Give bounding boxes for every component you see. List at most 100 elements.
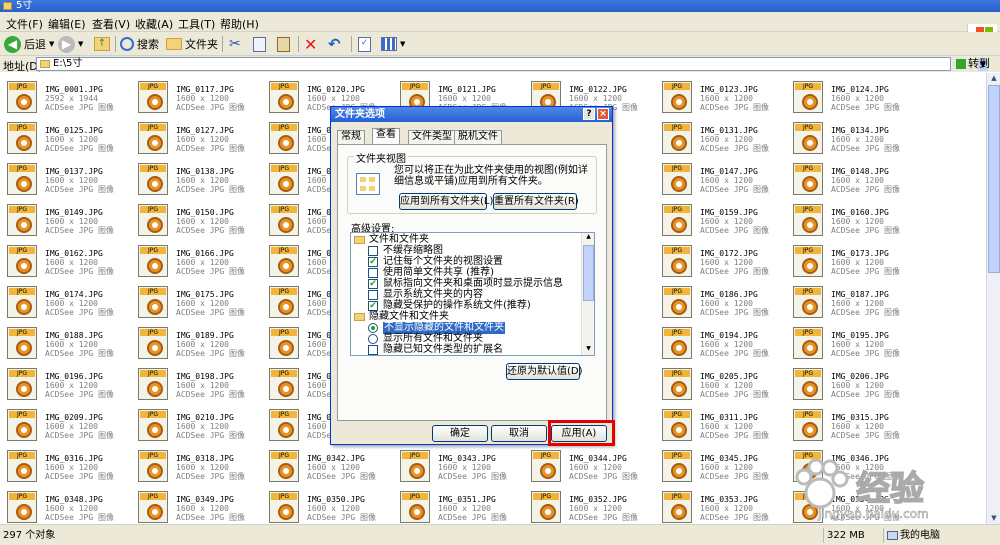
menu-favorites[interactable]: 收藏(A) bbox=[135, 16, 173, 32]
file-item[interactable]: JPG IMG_0210.JPG 1600 x 1200 ACDSee JPG 图像 bbox=[131, 404, 261, 444]
file-item[interactable]: JPG IMG_0186.JPG 1600 x 1200 ACDSee JPG 图像 bbox=[655, 281, 785, 321]
file-item[interactable]: JPG IMG_0189.JPG 1600 x 1200 ACDSee JPG 图像 bbox=[131, 322, 261, 362]
menu-edit[interactable]: 编辑(E) bbox=[48, 16, 86, 32]
folders-button[interactable]: 文件夹 bbox=[166, 35, 218, 53]
ok-button[interactable]: 确定 bbox=[432, 425, 488, 442]
file-item[interactable]: JPG IMG_0187.JPG 1600 x 1200 ACDSee JPG 图像 bbox=[786, 281, 916, 321]
up-folder-button[interactable]: ↑ bbox=[94, 35, 110, 53]
checkbox[interactable]: ✔ bbox=[368, 257, 378, 267]
file-item[interactable]: JPG IMG_0206.JPG 1600 x 1200 ACDSee JPG 图像 bbox=[786, 363, 916, 403]
file-item[interactable]: JPG IMG_0188.JPG 1600 x 1200 ACDSee JPG 图像 bbox=[0, 322, 130, 362]
file-item[interactable]: JPG IMG_0174.JPG 1600 x 1200 ACDSee JPG 图像 bbox=[0, 281, 130, 321]
tab-file-types[interactable]: 文件类型 bbox=[408, 130, 456, 144]
checkbox[interactable] bbox=[368, 290, 378, 300]
scroll-thumb[interactable] bbox=[988, 85, 1000, 273]
tab-offline-files[interactable]: 脱机文件 bbox=[454, 130, 502, 144]
file-item[interactable]: JPG IMG_0123.JPG 1600 x 1200 ACDSee JPG 图像 bbox=[655, 76, 785, 116]
close-icon[interactable]: × bbox=[597, 108, 609, 120]
cancel-button[interactable]: 取消 bbox=[491, 425, 547, 442]
file-item[interactable]: JPG IMG_0196.JPG 1600 x 1200 ACDSee JPG 图像 bbox=[0, 363, 130, 403]
file-item[interactable]: JPG IMG_0315.JPG 1600 x 1200 ACDSee JPG 图像 bbox=[786, 404, 916, 444]
file-item[interactable]: JPG IMG_0001.JPG 2592 x 1944 ACDSee JPG 图像 bbox=[0, 76, 130, 116]
menu-tools[interactable]: 工具(T) bbox=[178, 16, 215, 32]
file-item[interactable]: JPG IMG_0159.JPG 1600 x 1200 ACDSee JPG 图像 bbox=[655, 199, 785, 239]
reset-all-folders-button[interactable]: 重置所有文件夹(R) bbox=[493, 193, 579, 210]
menu-view[interactable]: 查看(V) bbox=[92, 16, 130, 32]
file-item[interactable]: JPG IMG_0350.JPG 1600 x 1200 ACDSee JPG 图像 bbox=[262, 486, 392, 524]
properties-button[interactable]: ✓ bbox=[358, 35, 371, 53]
restore-defaults-button[interactable]: 还原为默认值(D) bbox=[506, 363, 583, 380]
checkbox[interactable]: ✔ bbox=[368, 279, 378, 289]
tab-view[interactable]: 查看 bbox=[372, 128, 400, 145]
checkbox[interactable] bbox=[368, 246, 378, 256]
back-button[interactable]: ◀ 后退 ▼ bbox=[4, 35, 54, 53]
undo-button[interactable]: ↶ bbox=[328, 35, 341, 53]
scroll-down-icon[interactable]: ▼ bbox=[583, 345, 594, 355]
file-item[interactable]: JPG IMG_0137.JPG 1600 x 1200 ACDSee JPG 图像 bbox=[0, 158, 130, 198]
file-item[interactable]: JPG IMG_0162.JPG 1600 x 1200 ACDSee JPG 图像 bbox=[0, 240, 130, 280]
checkbox[interactable]: ✔ bbox=[368, 301, 378, 311]
file-item[interactable]: JPG IMG_0131.JPG 1600 x 1200 ACDSee JPG 图像 bbox=[655, 117, 785, 157]
file-item[interactable]: JPG IMG_0166.JPG 1600 x 1200 ACDSee JPG 图像 bbox=[131, 240, 261, 280]
file-info: IMG_0160.JPG 1600 x 1200 ACDSee JPG 图像 bbox=[831, 208, 900, 235]
file-item[interactable]: JPG IMG_0205.JPG 1600 x 1200 ACDSee JPG 图像 bbox=[655, 363, 785, 403]
scroll-up-icon[interactable]: ▲ bbox=[583, 233, 594, 243]
views-button[interactable]: ▼ bbox=[381, 35, 405, 53]
menu-help[interactable]: 帮助(H) bbox=[220, 16, 259, 32]
tree-scrollbar[interactable]: ▲ ▼ bbox=[581, 233, 594, 355]
file-item[interactable]: JPG IMG_0149.JPG 1600 x 1200 ACDSee JPG 图像 bbox=[0, 199, 130, 239]
file-dim: 1600 x 1200 bbox=[176, 217, 229, 226]
delete-button[interactable]: ✕ bbox=[304, 35, 317, 54]
help-icon[interactable]: ? bbox=[583, 108, 595, 120]
file-item[interactable]: JPG IMG_0124.JPG 1600 x 1200 ACDSee JPG 图像 bbox=[786, 76, 916, 116]
paste-button[interactable] bbox=[277, 35, 290, 53]
radio-button[interactable] bbox=[368, 334, 378, 344]
file-item[interactable]: JPG IMG_0125.JPG 1600 x 1200 ACDSee JPG 图像 bbox=[0, 117, 130, 157]
apply-to-all-folders-button[interactable]: 应用到所有文件夹(L) bbox=[399, 193, 493, 210]
file-item[interactable]: JPG IMG_0138.JPG 1600 x 1200 ACDSee JPG 图像 bbox=[131, 158, 261, 198]
file-item[interactable]: JPG IMG_0195.JPG 1600 x 1200 ACDSee JPG 图像 bbox=[786, 322, 916, 362]
file-info: IMG_0148.JPG 1600 x 1200 ACDSee JPG 图像 bbox=[831, 167, 900, 194]
file-item[interactable]: JPG IMG_0127.JPG 1600 x 1200 ACDSee JPG 图像 bbox=[131, 117, 261, 157]
cut-button[interactable]: ✂ bbox=[229, 35, 241, 53]
address-input[interactable]: E:\5寸 ▼ bbox=[36, 57, 988, 71]
file-item[interactable]: JPG IMG_0342.JPG 1600 x 1200 ACDSee JPG 图像 bbox=[262, 445, 392, 485]
vertical-scrollbar[interactable]: ▲ ▼ bbox=[986, 73, 1000, 524]
file-item[interactable]: JPG IMG_0344.JPG 1600 x 1200 ACDSee JPG 图像 bbox=[524, 445, 654, 485]
file-item[interactable]: JPG IMG_0134.JPG 1600 x 1200 ACDSee JPG 图像 bbox=[786, 117, 916, 157]
file-item[interactable]: JPG IMG_0172.JPG 1600 x 1200 ACDSee JPG 图像 bbox=[655, 240, 785, 280]
copy-button[interactable] bbox=[253, 35, 266, 53]
scroll-up-icon[interactable]: ▲ bbox=[988, 73, 1000, 84]
file-item[interactable]: JPG IMG_0150.JPG 1600 x 1200 ACDSee JPG 图像 bbox=[131, 199, 261, 239]
file-item[interactable]: JPG IMG_0175.JPG 1600 x 1200 ACDSee JPG 图像 bbox=[131, 281, 261, 321]
file-item[interactable]: JPG IMG_0345.JPG 1600 x 1200 ACDSee JPG 图像 bbox=[655, 445, 785, 485]
file-item[interactable]: JPG IMG_0316.JPG 1600 x 1200 ACDSee JPG 图像 bbox=[0, 445, 130, 485]
file-item[interactable]: JPG IMG_0343.JPG 1600 x 1200 ACDSee JPG 图像 bbox=[393, 445, 523, 485]
file-item[interactable]: JPG IMG_0348.JPG 1600 x 1200 ACDSee JPG 图像 bbox=[0, 486, 130, 524]
radio-button[interactable] bbox=[368, 323, 378, 333]
file-item[interactable]: JPG IMG_0318.JPG 1600 x 1200 ACDSee JPG 图像 bbox=[131, 445, 261, 485]
forward-button[interactable]: ▶ ▼ bbox=[58, 35, 83, 53]
file-item[interactable]: JPG IMG_0198.JPG 1600 x 1200 ACDSee JPG 图像 bbox=[131, 363, 261, 403]
checkbox[interactable] bbox=[368, 345, 378, 355]
file-item[interactable]: JPG IMG_0351.JPG 1600 x 1200 ACDSee JPG 图像 bbox=[393, 486, 523, 524]
file-item[interactable]: JPG IMG_0117.JPG 1600 x 1200 ACDSee JPG 图像 bbox=[131, 76, 261, 116]
checkbox[interactable] bbox=[368, 268, 378, 278]
file-item[interactable]: JPG IMG_0148.JPG 1600 x 1200 ACDSee JPG 图像 bbox=[786, 158, 916, 198]
menu-file[interactable]: 文件(F) bbox=[6, 16, 43, 32]
file-item[interactable]: JPG IMG_0160.JPG 1600 x 1200 ACDSee JPG 图像 bbox=[786, 199, 916, 239]
tree-item-checkbox[interactable]: 隐藏已知文件类型的扩展名 bbox=[351, 344, 579, 355]
go-button[interactable]: 转到 bbox=[954, 57, 996, 71]
tab-general[interactable]: 常规 bbox=[337, 130, 365, 144]
file-item[interactable]: JPG IMG_0352.JPG 1600 x 1200 ACDSee JPG 图像 bbox=[524, 486, 654, 524]
file-item[interactable]: JPG IMG_0311.JPG 1600 x 1200 ACDSee JPG 图像 bbox=[655, 404, 785, 444]
scroll-down-icon[interactable]: ▼ bbox=[988, 513, 1000, 524]
file-item[interactable]: JPG IMG_0353.JPG 1600 x 1200 ACDSee JPG 图像 bbox=[655, 486, 785, 524]
tree-scroll-thumb[interactable] bbox=[583, 245, 594, 301]
search-button[interactable]: 搜索 bbox=[120, 35, 159, 53]
file-item[interactable]: JPG IMG_0209.JPG 1600 x 1200 ACDSee JPG 图像 bbox=[0, 404, 130, 444]
file-item[interactable]: JPG IMG_0147.JPG 1600 x 1200 ACDSee JPG 图像 bbox=[655, 158, 785, 198]
file-item[interactable]: JPG IMG_0173.JPG 1600 x 1200 ACDSee JPG 图像 bbox=[786, 240, 916, 280]
file-item[interactable]: JPG IMG_0194.JPG 1600 x 1200 ACDSee JPG 图像 bbox=[655, 322, 785, 362]
file-item[interactable]: JPG IMG_0349.JPG 1600 x 1200 ACDSee JPG 图像 bbox=[131, 486, 261, 524]
